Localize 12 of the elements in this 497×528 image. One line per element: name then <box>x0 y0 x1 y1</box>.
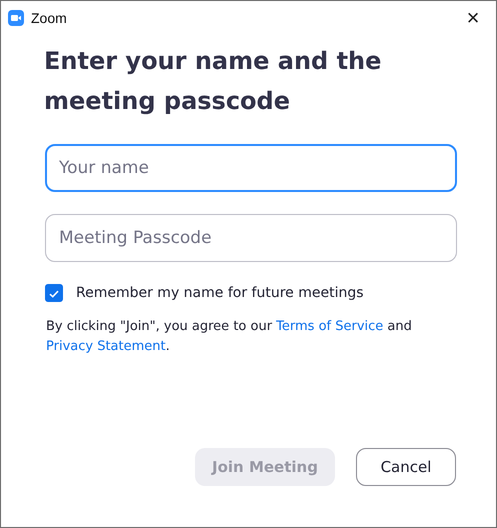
cancel-button[interactable]: Cancel <box>356 448 456 486</box>
terms-link[interactable]: Terms of Service <box>276 319 384 334</box>
checkbox-label: Remember my name for future meetings <box>76 285 364 301</box>
privacy-link[interactable]: Privacy Statement <box>46 339 166 354</box>
input-field[interactable]: Meeting Passcode <box>45 214 457 262</box>
video-camera-icon <box>8 10 24 26</box>
legal-text: By clicking "Join", you agree to our Terms of Service and Privacy Statement. <box>46 318 413 356</box>
window-title: Zoom <box>31 10 67 26</box>
checkbox[interactable] <box>45 284 63 302</box>
heading: Enter your name and the meeting passcode <box>44 46 382 117</box>
input-field[interactable]: Your name <box>45 144 457 192</box>
close-button[interactable]: × <box>450 1 496 34</box>
